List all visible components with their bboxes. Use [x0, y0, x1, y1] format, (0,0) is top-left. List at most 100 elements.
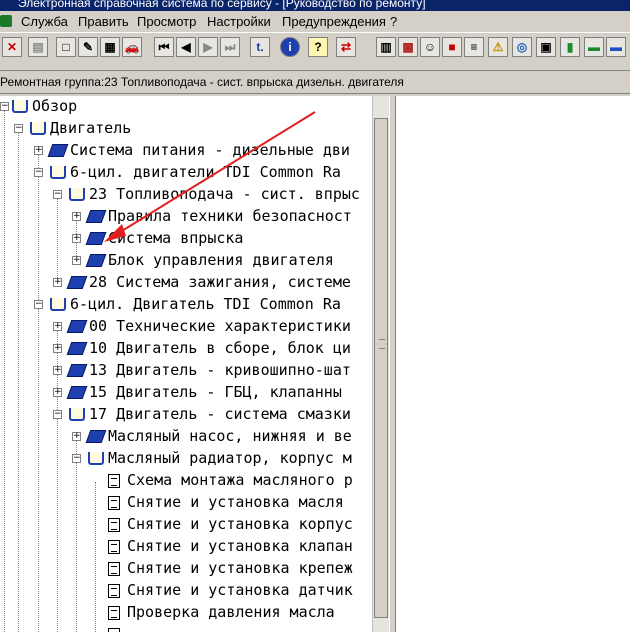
next-icon[interactable]: ▶: [198, 37, 218, 57]
warning-icon[interactable]: ⚠: [488, 37, 508, 57]
tree-node-label: Снятие и установка корпус: [127, 515, 353, 533]
closed-book-icon: [47, 144, 69, 157]
closed-book-icon: [66, 342, 88, 355]
expand-icon[interactable]: +: [72, 432, 81, 441]
car-icon[interactable]: 🚗: [122, 37, 142, 57]
text-icon[interactable]: t.: [250, 37, 270, 57]
collapse-icon[interactable]: −: [34, 168, 43, 177]
green-book-icon[interactable]: ▮: [560, 37, 580, 57]
tree-node-label: 23 Топливоподача - сист. впрыс: [89, 185, 360, 203]
menu-warnings[interactable]: Предупреждения: [282, 14, 386, 29]
navigation-tree: − Обзор − Двигатель + Система питания - …: [0, 96, 372, 632]
car-green-icon[interactable]: ▬: [584, 37, 604, 57]
save-icon[interactable]: ▣: [536, 37, 556, 57]
tree-line: [4, 108, 5, 632]
closed-book-icon: [66, 364, 88, 377]
tree-node-label: 6-цил. двигатели TDI Common Ra: [70, 163, 341, 181]
app-icon: [0, 15, 12, 27]
new-document-icon[interactable]: □: [56, 37, 76, 57]
tree-node-label: Снятие и установка масля: [127, 493, 344, 511]
expand-icon[interactable]: +: [34, 146, 43, 155]
notes-icon[interactable]: ▦: [100, 37, 120, 57]
menu-edit[interactable]: Править: [78, 14, 129, 29]
open-book-icon: [50, 166, 66, 179]
menu-help[interactable]: ?: [390, 14, 397, 29]
tree-node-label: 6-цил. Двигатель TDI Common Ra: [70, 295, 341, 313]
globe-icon[interactable]: ◎: [512, 37, 532, 57]
exit-icon[interactable]: ✕: [2, 37, 22, 57]
tree-node-label: Система впрыска: [108, 229, 244, 247]
person-icon[interactable]: ☺: [420, 37, 440, 57]
tree-node-label: Снятие и установка крепеж: [127, 559, 353, 577]
closed-book-icon: [66, 386, 88, 399]
tree-node-label: Двигатель: [50, 119, 132, 137]
collapse-icon[interactable]: −: [53, 410, 62, 419]
document-icon: [108, 606, 120, 620]
collapse-icon[interactable]: −: [0, 102, 9, 111]
tree-node-label: Проверка давления масла: [127, 603, 335, 621]
document-icon: [108, 562, 120, 576]
pane-splitter[interactable]: [389, 96, 396, 632]
open-book-icon: [30, 122, 46, 135]
list-icon[interactable]: ≡: [464, 37, 484, 57]
collapse-icon[interactable]: −: [34, 300, 43, 309]
tree-line: [76, 438, 77, 632]
expand-icon[interactable]: +: [53, 344, 62, 353]
expand-icon[interactable]: +: [53, 322, 62, 331]
closed-book-icon: [85, 254, 107, 267]
print-icon[interactable]: ▤: [28, 37, 48, 57]
closed-book-icon: [66, 276, 88, 289]
expand-icon[interactable]: +: [53, 366, 62, 375]
help-icon[interactable]: ?: [308, 37, 328, 57]
previous-icon[interactable]: ◀: [176, 37, 196, 57]
document-icon: [108, 628, 120, 632]
menu-settings[interactable]: Настройки: [207, 14, 271, 29]
closed-book-icon: [85, 232, 107, 245]
collapse-icon[interactable]: −: [53, 190, 62, 199]
tree-line: [95, 482, 96, 632]
repair-group-path: Ремонтная группа:23 Топливоподача - сист…: [0, 70, 630, 93]
closed-book-icon: [85, 210, 107, 223]
tree-node-label: 15 Двигатель - ГБЦ, клапанны: [89, 383, 342, 401]
last-icon[interactable]: ⏭: [220, 37, 240, 57]
info-icon[interactable]: i: [280, 37, 300, 57]
tree-node-label: 00 Технические характеристики: [89, 317, 351, 335]
book-red-icon[interactable]: ■: [442, 37, 462, 57]
document-icon: [108, 496, 120, 510]
closed-book-icon: [85, 430, 107, 443]
window-title: Электронная справочная система по сервис…: [18, 0, 426, 10]
open-book-icon: [50, 298, 66, 311]
expand-icon[interactable]: +: [53, 278, 62, 287]
tree-node-label: Правила техники безопасност: [108, 207, 352, 225]
tree-node-label: Обзор: [32, 97, 78, 115]
car-blue-icon[interactable]: ▬: [606, 37, 626, 57]
expand-icon[interactable]: +: [72, 212, 81, 221]
tree-node-label: Снятие и установка датчик: [127, 581, 353, 599]
document-view-pane: [396, 96, 630, 632]
expand-icon[interactable]: +: [72, 234, 81, 243]
tree-node-label: Масляный насос, нижняя и ве: [108, 427, 352, 445]
open-book-icon: [12, 100, 28, 113]
tree-node-label: Схема монтажа масляного р: [127, 471, 353, 489]
document-icon: [108, 540, 120, 554]
menu-bar: Служба Править Просмотр Настройки Предуп…: [0, 11, 630, 32]
expand-icon[interactable]: +: [53, 388, 62, 397]
report-icon[interactable]: ▥: [376, 37, 396, 57]
parts-icon[interactable]: ▩: [398, 37, 418, 57]
menu-view[interactable]: Просмотр: [137, 14, 196, 29]
open-book-icon: [69, 408, 85, 421]
tree-scrollbar[interactable]: [372, 96, 390, 632]
scrollbar-thumb[interactable]: [374, 118, 388, 618]
scrollbar-grip: [379, 339, 385, 349]
expand-icon[interactable]: +: [72, 256, 81, 265]
tree-node-label: 28 Система зажигания, системе: [89, 273, 351, 291]
menu-service[interactable]: Служба: [21, 14, 68, 29]
first-icon[interactable]: ⏮: [154, 37, 174, 57]
swap-icon[interactable]: ⇄: [336, 37, 356, 57]
edit-document-icon[interactable]: ✎: [78, 37, 98, 57]
collapse-icon[interactable]: −: [14, 124, 23, 133]
collapse-icon[interactable]: −: [72, 454, 81, 463]
tree-line: [38, 152, 39, 632]
window-titlebar: Электронная справочная система по сервис…: [0, 0, 630, 11]
repair-group-label: Ремонтная группа:23 Топливоподача - сист…: [0, 75, 404, 89]
